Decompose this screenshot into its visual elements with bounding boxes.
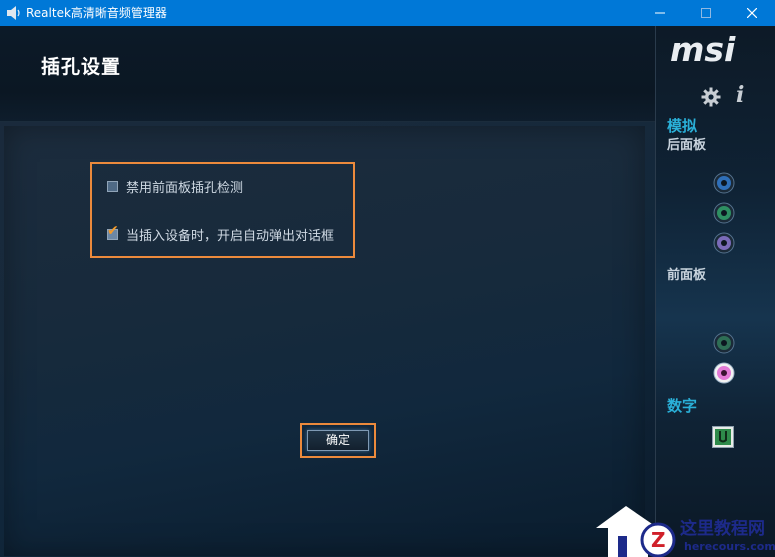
maximize-icon [701, 8, 711, 18]
window-title: Realtek高清晰音频管理器 [26, 6, 167, 20]
watermark: Z 这里教程网 herecours.com [596, 500, 775, 557]
close-icon [747, 8, 757, 18]
option-label: 禁用前面板插孔检测 [126, 181, 244, 196]
option-disable-front-detect[interactable]: 禁用前面板插孔检测 [107, 177, 243, 196]
disable-front-detect-checkbox[interactable] [107, 181, 118, 192]
maximize-button[interactable] [683, 0, 729, 26]
minimize-icon [655, 12, 665, 14]
brand-text: msi [670, 32, 736, 68]
checkmark-icon: ✔ [107, 223, 119, 239]
gear-icon[interactable] [701, 87, 721, 107]
back-panel-label: 后面板 [667, 138, 707, 153]
options-group: 禁用前面板插孔检测 ✔ 当插入设备时，开启自动弹出对话框 [90, 162, 355, 258]
auto-popup-checkbox[interactable]: ✔ [107, 224, 119, 240]
sidebar: msi i 模拟 后面板 前面板 数字 [655, 26, 775, 557]
purple-jack-icon[interactable] [713, 232, 735, 254]
house-logo-icon: Z [596, 506, 676, 557]
svg-text:Z: Z [651, 528, 666, 552]
watermark-url: herecours.com [684, 540, 775, 553]
speaker-icon [7, 6, 20, 20]
ok-button[interactable]: 确定 [307, 430, 369, 451]
watermark-site-name: 这里教程网 [680, 519, 765, 539]
analog-section-header: 模拟 [667, 117, 698, 135]
blue-jack-icon[interactable] [713, 172, 735, 194]
green-jack-icon[interactable] [713, 332, 735, 354]
option-label: 当插入设备时，开启自动弹出对话框 [126, 229, 335, 244]
digital-section-header: 数字 [667, 397, 698, 415]
close-button[interactable] [729, 0, 775, 26]
page-title: 插孔设置 [41, 56, 122, 78]
info-icon[interactable]: i [736, 82, 744, 108]
window-titlebar[interactable]: Realtek高清晰音频管理器 [0, 0, 775, 26]
page-header: 插孔设置 [0, 26, 655, 122]
green-jack-icon[interactable] [713, 202, 735, 224]
pink-jack-icon[interactable] [713, 362, 735, 384]
option-auto-popup[interactable]: ✔ 当插入设备时，开启自动弹出对话框 [107, 224, 335, 244]
msi-logo: msi [670, 32, 736, 68]
ok-button-highlight: 确定 [300, 423, 376, 458]
spdif-icon[interactable] [712, 426, 734, 448]
minimize-button[interactable] [637, 0, 683, 26]
front-panel-label: 前面板 [667, 268, 707, 283]
